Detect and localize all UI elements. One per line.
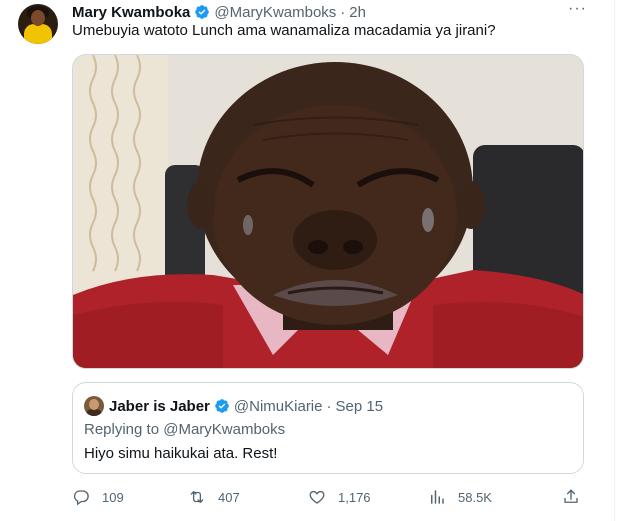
verified-icon xyxy=(195,5,210,19)
like-count: 1,176 xyxy=(338,489,371,505)
views-button[interactable]: 58.5K xyxy=(428,486,492,508)
replying-to-mention[interactable]: @MaryKwamboks xyxy=(163,421,285,438)
views-count: 58.5K xyxy=(458,489,492,505)
views-icon xyxy=(431,490,444,504)
more-icon[interactable]: ··· xyxy=(568,0,587,18)
retweet-button[interactable]: 407 xyxy=(188,486,240,508)
quoted-author-handle[interactable]: @NimuKiarie xyxy=(234,398,323,415)
crying-man-photo xyxy=(73,55,583,368)
column-divider xyxy=(614,0,615,521)
verified-icon xyxy=(215,399,229,413)
author-avatar[interactable] xyxy=(18,4,58,44)
separator-dot: · xyxy=(340,3,346,21)
quoted-author-name[interactable]: Jaber is Jaber xyxy=(109,398,210,415)
tweet-timestamp[interactable]: 2h xyxy=(349,4,366,21)
quoted-author-avatar[interactable] xyxy=(84,396,104,416)
quoted-tweet-date[interactable]: Sep 15 xyxy=(336,398,384,415)
author-handle[interactable]: @MaryKwamboks xyxy=(214,4,336,21)
quoted-tweet-text: Hiyo simu haikukai ata. Rest! xyxy=(84,445,278,462)
share-button[interactable] xyxy=(562,486,580,508)
like-button[interactable]: 1,176 xyxy=(308,486,371,508)
retweet-count: 407 xyxy=(218,489,240,505)
like-icon xyxy=(309,490,325,504)
share-icon xyxy=(564,489,578,503)
quoted-tweet-header: Jaber is Jaber @NimuKiarie · Sep 15 xyxy=(109,396,383,416)
reply-button[interactable]: 109 xyxy=(72,486,124,508)
reply-icon xyxy=(73,490,89,506)
separator-dot: · xyxy=(326,397,332,415)
reply-count: 109 xyxy=(102,489,124,505)
quoted-tweet[interactable]: Jaber is Jaber @NimuKiarie · Sep 15 Repl… xyxy=(72,382,584,474)
replying-to-line: Replying to @MaryKwamboks xyxy=(84,421,285,438)
replying-to-prefix: Replying to xyxy=(84,421,160,438)
tweet-text: Umebuyia watoto Lunch ama wanamaliza mac… xyxy=(72,22,496,39)
tweet-header: Mary Kwamboka @MaryKwamboks · 2h xyxy=(72,2,366,22)
tweet-media-image[interactable] xyxy=(72,54,584,369)
author-name[interactable]: Mary Kwamboka xyxy=(72,4,190,21)
tweet: Mary Kwamboka @MaryKwamboks · 2h ··· Ume… xyxy=(0,0,617,521)
tweet-actions-bar: 109 407 1,176 58.5K xyxy=(72,486,584,508)
retweet-icon xyxy=(190,491,204,503)
